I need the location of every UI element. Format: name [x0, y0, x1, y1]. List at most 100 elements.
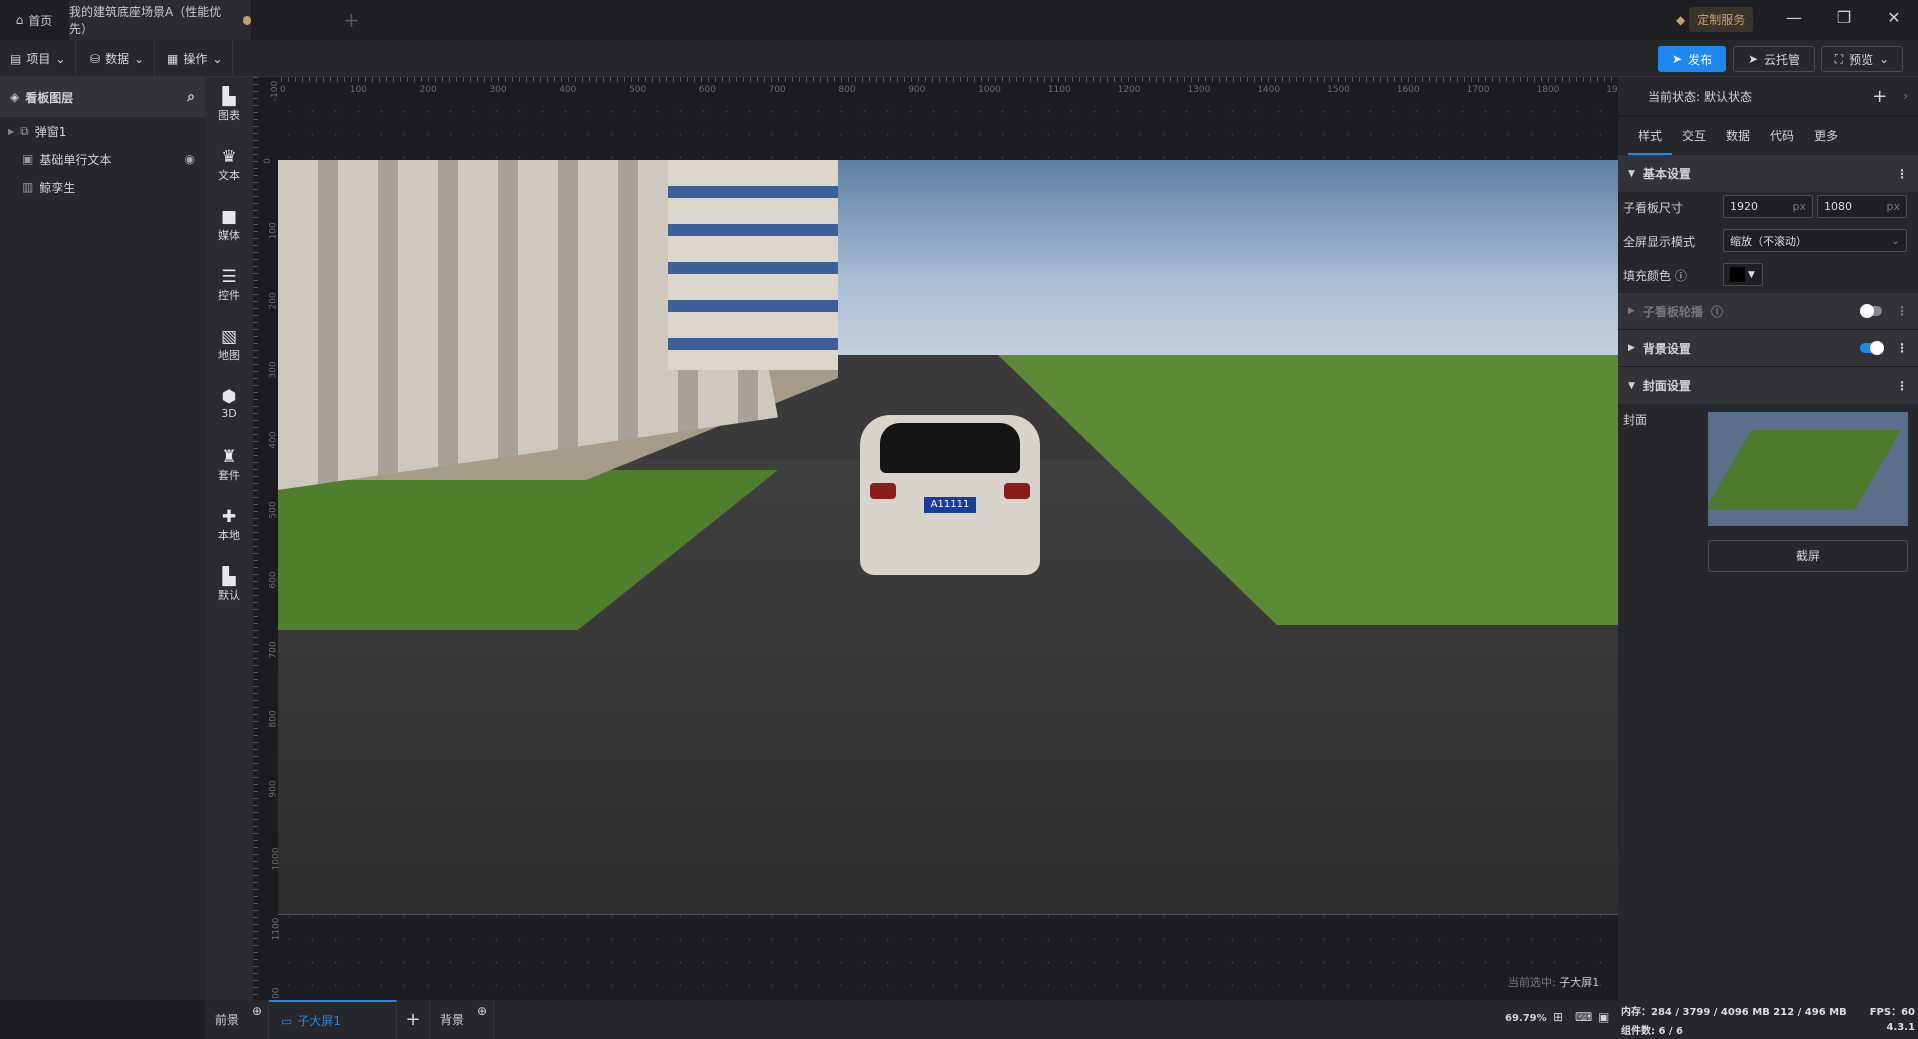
caret-right-icon[interactable]: ▶ [8, 127, 14, 136]
width-input[interactable]: 1920 px [1723, 195, 1813, 218]
component-toolbar: ▙ 图表 ♛ 文本 ■ 媒体 ☰ 控件 ▧ 地图 ⬢ 3D ♜ 套件 ✚ 本地 ▙ 默认 [205, 77, 253, 1000]
background-toggle[interactable] [1860, 341, 1884, 355]
tool-default[interactable]: ▙ 默认 [205, 567, 253, 603]
more-icon[interactable]: ⋮ [1896, 341, 1908, 355]
search-icon[interactable]: ⌕ [187, 89, 195, 105]
add-tab-button[interactable]: + [343, 8, 360, 32]
layer-label: 基础单行文本 [39, 152, 112, 167]
tab-foreground[interactable]: 前景 ⊕ [205, 1000, 269, 1039]
shirt-icon: ♜ [221, 447, 237, 467]
tool-chart[interactable]: ▙ 图表 [205, 87, 253, 123]
tool-label: 默认 [218, 589, 240, 602]
layers-header: ◈ 看板图层 ⌕ [0, 77, 205, 117]
scene-preview[interactable]: A11111 [278, 160, 1618, 915]
more-icon[interactable]: ⋮ [1896, 379, 1908, 393]
tool-map[interactable]: ▧ 地图 [205, 327, 253, 363]
menu-operate[interactable]: ▦ 操作 ⌄ [157, 40, 234, 77]
add-state-icon[interactable]: + [1872, 86, 1887, 107]
publish-button[interactable]: ➤ 发布 [1658, 46, 1726, 72]
add-circle-icon[interactable]: ⊕ [477, 1004, 487, 1018]
chevron-down-icon: ⌄ [134, 51, 145, 66]
layer-item[interactable]: ▥ 鲸孪生 [0, 173, 205, 201]
add-circle-icon[interactable]: ⊕ [252, 1004, 262, 1018]
state-value[interactable]: 默认状态 [1704, 88, 1752, 105]
horizontal-ruler: 0 100 200 300 400 500 600 700 800 900 1000 1100 1200… [253, 77, 1629, 100]
menu-project[interactable]: ▤ 项目 ⌄ [0, 40, 77, 77]
cloud-host-button[interactable]: ➤ 云托管 [1733, 46, 1815, 72]
popup-icon: ⧉ [20, 123, 29, 138]
custom-service-button[interactable]: ◆ 定制服务 [1676, 7, 1754, 32]
chevron-down-icon: ⌄ [212, 51, 223, 66]
tool-control[interactable]: ☰ 控件 [205, 267, 253, 303]
add-screen-button[interactable]: + [397, 1000, 430, 1039]
tab-more[interactable]: 更多 [1804, 127, 1848, 144]
status-bar: 内存：284 / 3799 / 4096 MB 212 / 496 MB FPS… [1618, 1000, 1918, 1039]
publish-label: 发布 [1688, 52, 1713, 67]
fullscreen-label: 全屏显示模式 [1623, 235, 1696, 249]
width-value: 1920 [1730, 200, 1758, 213]
layer-tabs-bar: 前景 ⊕ ▭ 子大屏1 + 背景 ⊕ 69.79% ⊞ ⌨ ▣ [205, 1000, 1618, 1039]
section-basic[interactable]: ▼ 基本设置 ⋮ [1618, 155, 1918, 192]
tool-local[interactable]: ✚ 本地 [205, 507, 253, 543]
crown-text-icon: ♛ [221, 147, 237, 167]
tab-data[interactable]: 数据 [1716, 127, 1760, 144]
carousel-toggle[interactable] [1860, 304, 1882, 318]
license-plate: A11111 [924, 497, 976, 513]
keyboard-icon[interactable]: ⌨ [1575, 1010, 1592, 1024]
tab-screen[interactable]: ▭ 子大屏1 [269, 1000, 397, 1039]
restore-button[interactable]: ❐ [1829, 8, 1859, 27]
tool-text[interactable]: ♛ 文本 [205, 147, 253, 183]
fullscreen-select[interactable]: 缩放（不滚动） ⌄ [1723, 229, 1907, 252]
tool-kit[interactable]: ♜ 套件 [205, 447, 253, 483]
preview-label: 预览 [1849, 52, 1874, 67]
ruler-tick-label: 0 [262, 158, 273, 164]
puzzle-icon: ✚ [221, 507, 237, 527]
fit-screen-icon[interactable]: ⊞ [1553, 1010, 1563, 1024]
memory-usage: 内存：284 / 3799 / 4096 MB 212 / 496 MB [1621, 1007, 1847, 1018]
tool-media[interactable]: ■ 媒体 [205, 207, 253, 243]
fill-label: 填充颜色 ⓘ [1623, 267, 1687, 284]
state-row: 当前状态: 默认状态 + › [1618, 77, 1918, 117]
chevron-down-icon: ⌄ [55, 51, 66, 66]
tool-3d[interactable]: ⬢ 3D [205, 387, 253, 420]
tab-background[interactable]: 背景 ⊕ [430, 1000, 494, 1039]
tab-document[interactable]: 我的建筑底座场景A（性能优先） [69, 0, 251, 40]
cover-thumbnail[interactable] [1708, 412, 1908, 526]
menu-project-label: 项目 [26, 52, 51, 66]
tool-label: 3D [221, 407, 237, 420]
tab-interaction[interactable]: 交互 [1672, 127, 1716, 144]
section-carousel[interactable]: ▶ 子看板轮播 ⓘ ⋮ [1618, 293, 1918, 330]
fill-color-picker[interactable]: ▼ [1723, 263, 1763, 286]
height-input[interactable]: 1080 px [1817, 195, 1907, 218]
color-swatch [1730, 267, 1745, 282]
ruler-tick-label: 300 [489, 85, 507, 95]
tab-home-label: 首页 [28, 13, 53, 28]
preview-button[interactable]: ⛶ 预览 ⌄ [1821, 46, 1903, 72]
eye-hidden-icon[interactable]: ◉ [185, 152, 195, 166]
tab-code[interactable]: 代码 [1760, 127, 1804, 144]
menu-data[interactable]: ⛁ 数据 ⌄ [80, 40, 156, 77]
section-cover[interactable]: ▼ 封面设置 ⋮ [1618, 367, 1918, 404]
zoom-level[interactable]: 69.79% [1505, 1013, 1547, 1024]
help-icon: ⓘ [1674, 269, 1687, 283]
screenshot-button[interactable]: 截屏 [1708, 540, 1908, 572]
send-icon: ➤ [1747, 52, 1759, 66]
chevron-right-icon[interactable]: › [1903, 89, 1908, 103]
home-icon: ⌂ [15, 13, 24, 27]
tab-style[interactable]: 样式 [1628, 117, 1673, 155]
layers-icon: ◈ [10, 90, 20, 104]
layer-item[interactable]: ▣ 基础单行文本 ◉ [0, 145, 205, 173]
tab-home[interactable]: ⌂ 首页 [0, 0, 68, 40]
close-button[interactable]: ✕ [1879, 8, 1909, 27]
vertical-ruler: -100 0 100 200 300 400 500 600 700 800 900 1000 1100… [253, 77, 281, 1010]
layer-item[interactable]: ▶ ⧉ 弹窗1 [0, 117, 205, 145]
section-background[interactable]: ▶ 背景设置 ⋮ [1618, 330, 1918, 367]
more-icon[interactable]: ⋮ [1896, 167, 1908, 181]
terminal-icon[interactable]: ▣ [1598, 1010, 1609, 1024]
section-title: 封面设置 [1642, 379, 1691, 393]
minimize-button[interactable]: — [1779, 8, 1809, 27]
video-camera-icon: ■ [220, 207, 238, 227]
ruler-tick-label: 500 [629, 85, 647, 95]
more-icon[interactable]: ⋮ [1896, 304, 1908, 318]
caret-down-icon: ▼ [1748, 269, 1755, 280]
